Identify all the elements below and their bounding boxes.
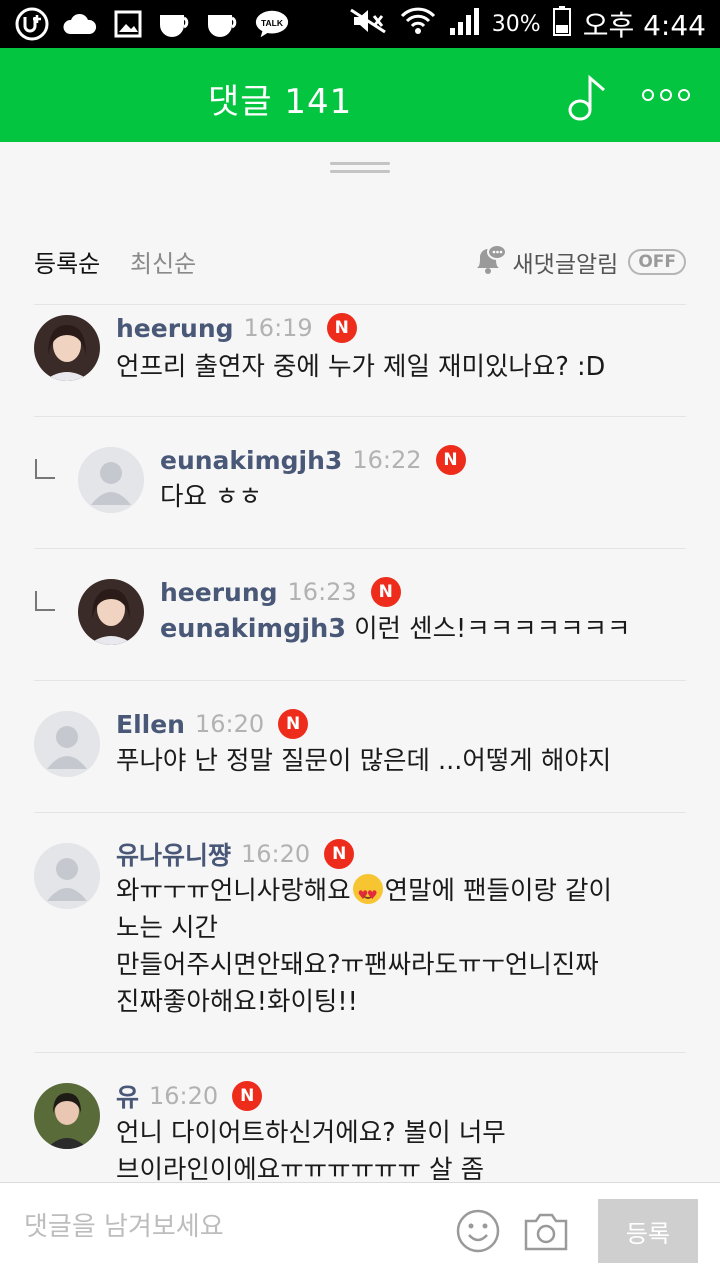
drag-handle[interactable] [330,162,390,174]
cup-icon [206,9,242,39]
tab-registered-order[interactable]: 등록순 [34,244,100,279]
comment-line: 만들어주시면안돼요?ㅠ팬싸라도ㅠㅜ언니진짜 [116,950,599,980]
music-note-icon[interactable] [566,72,610,122]
reply-indicator-icon [35,459,55,479]
comment-text: 푸나야 난 정말 질문이 많은데 ...어떻게 해야지 [116,743,611,780]
author-nickname[interactable]: heerung [160,578,278,607]
emoji-icon[interactable] [456,1209,500,1253]
clock: 오후 4:44 [582,9,706,42]
submit-comment-button[interactable]: 등록 [598,1199,698,1263]
heart-eyes-emoji-icon [352,874,383,914]
gallery-icon [110,9,146,39]
comment-input[interactable] [0,1197,440,1257]
author-nickname[interactable]: 유 [116,1078,139,1114]
comment-time: 16:19 [243,314,313,342]
tab-latest-order[interactable]: 최신순 [130,244,196,279]
avatar[interactable] [34,1083,100,1149]
reply-item: eunakimgjh3 16:22 N 다요 ㅎㅎ [0,417,720,547]
comment-time: 16:20 [194,710,265,738]
comment-text-part: 와ㅠㅜㅠ언니사랑해요 [116,876,351,906]
comments-header: 댓글 141 [0,48,720,142]
comment-time: 16:20 [149,1082,219,1110]
comment-time: 16:20 [241,840,311,868]
cloud-icon [62,9,98,39]
comment-text: 언프리 출연자 중에 누가 제일 재미있나요? :D [116,349,605,386]
default-avatar[interactable] [78,447,144,513]
author-nickname[interactable]: Ellen [116,710,185,739]
cup-icon [158,9,194,39]
new-comment-notify-toggle[interactable]: 새댓글알림 OFF [473,240,686,284]
comment-text: 와ㅠㅜㅠ언니사랑해요 연말에 팬들이랑 같이 노는 시간 만들어주시면안돼요?ㅠ팬… [116,873,612,1021]
comment-line: 언니 다이어트하신거에요? 볼이 너무 [116,1118,506,1148]
reply-indicator-icon [35,591,55,611]
comment-line: 브이라인이에요ㅠㅠㅠㅠㅠㅠ 살 좀 [116,1155,485,1183]
u-plus-icon [14,7,50,41]
mute-icon [348,7,388,42]
comment-text: eunakimgjh3 이런 센스!ㅋㅋㅋㅋㅋㅋㅋ [160,611,630,648]
new-badge: N [278,709,309,739]
reply-item: heerung 16:23 N eunakimgjh3 이런 센스!ㅋㅋㅋㅋㅋㅋ… [0,549,720,679]
camera-icon[interactable] [522,1211,570,1253]
sort-bar: 등록순 최신순 새댓글알림 OFF [34,240,686,284]
page-title: 댓글 141 [208,82,353,122]
avatar[interactable] [78,579,144,645]
status-system-icons: 30% 오후 4:44 [348,0,706,48]
comment-line: 와ㅠㅜㅠ언니사랑해요 연말에 팬들이랑 같이 [116,873,612,914]
comment-line: 진짜좋아해요!화이팅!! [116,987,358,1017]
comment-meta: Ellen 16:20 N [116,707,309,741]
default-avatar[interactable] [34,843,100,909]
new-badge: N [370,577,401,607]
kakaotalk-icon: TALK [254,9,290,39]
comment-item: 유나유니쨩 16:20 N 와ㅠㅜㅠ언니사랑해요 연말에 팬들이랑 같이 노는 시… [0,813,720,1051]
comment-text-part: 연말에 팬들이랑 같이 [384,876,612,906]
comment-meta: 유나유니쨩 16:20 N [116,836,355,872]
comment-item: heerung 16:19 N 언프리 출연자 중에 누가 제일 재미있나요? … [0,305,720,415]
comment-meta: heerung 16:19 N [116,311,357,345]
comment-line: 다요 ㅎㅎ [160,482,262,512]
notify-off-toggle[interactable]: OFF [628,249,686,275]
comment-line: 노는 시간 [116,913,218,943]
status-bar: TALK 30% 오후 4:44 [0,0,720,48]
battery-percent: 30% [491,11,541,37]
comment-time: 16:23 [287,578,357,606]
comment-line: 푸나야 난 정말 질문이 많은데 ...어떻게 해야지 [116,746,612,776]
comment-meta: 유 16:20 N [116,1078,263,1114]
new-badge: N [435,445,466,475]
new-badge: N [326,313,357,343]
comment-meta: heerung 16:23 N [160,575,401,609]
comment-time: 16:22 [352,446,422,474]
svg-text:TALK: TALK [261,18,284,28]
author-nickname[interactable]: 유나유니쨩 [116,836,231,872]
battery-icon [552,5,571,43]
status-notification-icons: TALK [14,6,290,42]
more-options-icon[interactable] [642,88,690,102]
author-nickname[interactable]: heerung [116,314,234,343]
comment-item: Ellen 16:20 N 푸나야 난 정말 질문이 많은데 ...어떻게 해야… [0,681,720,811]
author-nickname[interactable]: eunakimgjh3 [160,446,342,475]
new-badge: N [324,839,355,869]
wifi-icon [400,6,436,43]
mention-link[interactable]: eunakimgjh3 [160,614,346,644]
default-avatar[interactable] [34,711,100,777]
new-badge: N [232,1081,263,1111]
bell-speech-icon [473,244,507,280]
comment-meta: eunakimgjh3 16:22 N [160,443,466,477]
comment-line: 이런 센스!ㅋㅋㅋㅋㅋㅋㅋ [354,614,631,644]
comment-text: 언니 다이어트하신거에요? 볼이 너무 브이라인이에요ㅠㅠㅠㅠㅠㅠ 살 좀 [116,1115,506,1183]
signal-icon [448,6,480,43]
comment-text: 다요 ㅎㅎ [160,479,262,516]
avatar[interactable] [34,315,100,381]
comment-input-bar: 등록 [0,1182,720,1280]
comment-line: 언프리 출연자 중에 누가 제일 재미있나요? :D [116,352,606,382]
notify-label: 새댓글알림 [512,252,619,278]
comment-item: 유 16:20 N 언니 다이어트하신거에요? 볼이 너무 브이라인이에요ㅠㅠㅠ… [0,1053,720,1183]
